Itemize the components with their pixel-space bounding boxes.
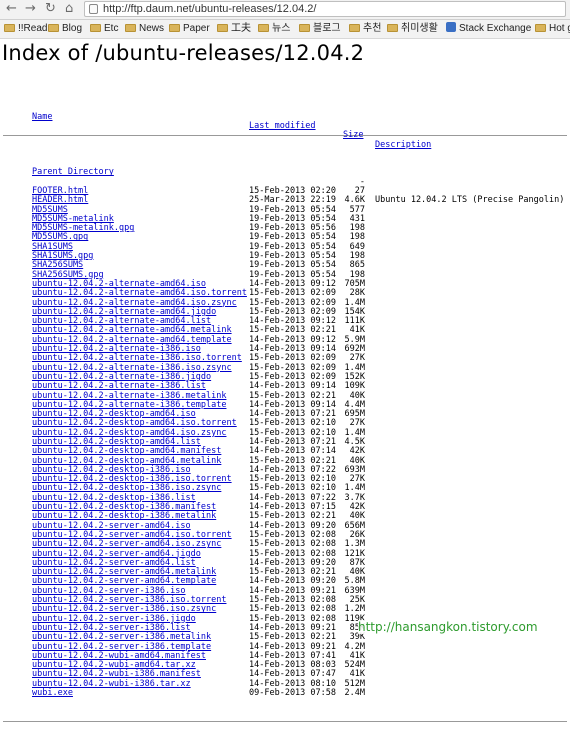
file-size: 2.4M <box>344 688 365 698</box>
file-size: 512M <box>344 678 365 689</box>
folder-icon <box>349 24 360 32</box>
folder-icon <box>48 24 59 32</box>
bookmark-folder-blog-kr[interactable]: 블로그 <box>299 22 341 36</box>
table-row: ubuntu-12.04.2-wubi-amd64.manifest 14-Feb… <box>0 650 570 661</box>
folder-icon <box>299 24 310 32</box>
page-icon <box>89 4 98 14</box>
bookmark-folder-recommend[interactable]: 추천 <box>349 22 381 36</box>
folder-icon <box>217 24 228 32</box>
bookmark-folder-news[interactable]: News <box>125 22 164 36</box>
sort-by-description-link[interactable]: Description <box>375 140 431 150</box>
address-text[interactable]: http://ftp.daum.net/ubuntu-releases/12.0… <box>103 2 316 16</box>
folder-icon <box>90 24 101 32</box>
file-name-link[interactable]: wubi.exe <box>32 688 73 698</box>
file-size: 41K <box>349 650 365 661</box>
divider <box>3 720 567 722</box>
watermark: http://hansangkon.tistory.com <box>358 620 538 634</box>
table-row: ubuntu-12.04.2-wubi-i386.manifest 14-Feb-… <box>0 669 570 680</box>
forward-button[interactable]: → <box>25 1 36 17</box>
bookmarks-bar: !!Read Blog Etc News Paper 工夫 뉴스 블로그 추천 … <box>0 20 570 39</box>
stack-exchange-icon <box>446 22 456 32</box>
file-size: 524M <box>344 660 365 671</box>
file-modified: 14-Feb-2013 07:47 <box>249 669 336 680</box>
folder-icon <box>4 24 15 32</box>
parent-row: Parent Directory - <box>0 159 570 187</box>
file-size: 41K <box>349 669 365 680</box>
table-row: wubi.exe 09-Feb-2013 07:58 2.4M <box>0 688 570 698</box>
bookmark-folder-news-kr[interactable]: 뉴스 <box>258 22 290 36</box>
home-button[interactable]: ⌂ <box>65 1 73 17</box>
bookmark-folder-etc[interactable]: Etc <box>90 22 118 36</box>
sort-by-name-link[interactable]: Name <box>32 112 52 122</box>
file-modified: 14-Feb-2013 08:03 <box>249 660 336 671</box>
back-button[interactable]: ← <box>6 1 17 17</box>
bookmark-hot[interactable]: Hot gir <box>535 22 570 36</box>
address-bar[interactable]: http://ftp.daum.net/ubuntu-releases/12.0… <box>84 1 566 17</box>
reload-button[interactable]: ↻ <box>45 1 56 17</box>
file-name-link[interactable]: ubuntu-12.04.2-wubi-amd64.tar.xz <box>32 660 196 670</box>
file-modified: 14-Feb-2013 07:41 <box>249 650 336 661</box>
file-name-link[interactable]: ubuntu-12.04.2-wubi-amd64.manifest <box>32 651 206 661</box>
folder-icon <box>387 24 398 32</box>
parent-directory-link[interactable]: Parent Directory <box>32 168 114 178</box>
browser-toolbar: ← → ↻ ⌂ http://ftp.daum.net/ubuntu-relea… <box>0 0 570 20</box>
directory-listing: Name Last modified Size Description Pare… <box>0 85 570 735</box>
bookmark-folder-paper[interactable]: Paper <box>169 22 210 36</box>
folder-icon <box>125 24 136 32</box>
file-name-link[interactable]: ubuntu-12.04.2-wubi-i386.tar.xz <box>32 679 191 689</box>
file-modified: 14-Feb-2013 08:10 <box>249 678 336 689</box>
folder-icon <box>169 24 180 32</box>
table-row: ubuntu-12.04.2-wubi-i386.tar.xz 14-Feb-20… <box>0 678 570 689</box>
bookmark-folder-read[interactable]: !!Read <box>4 22 47 36</box>
page-title: Index of /ubuntu-releases/12.04.2 <box>2 41 365 65</box>
file-name-link[interactable]: ubuntu-12.04.2-wubi-i386.manifest <box>32 670 201 680</box>
bookmark-stack-exchange[interactable]: Stack Exchange <box>446 22 531 36</box>
bookmark-folder-gongbu[interactable]: 工夫 <box>217 22 251 36</box>
header-row: Name Last modified Size Description <box>0 104 570 149</box>
file-description: Ubuntu 12.04.2 LTS (Precise Pangolin) <box>375 195 565 206</box>
bookmark-folder-blog[interactable]: Blog <box>48 22 82 36</box>
bookmark-folder-hobby[interactable]: 취미생활 <box>387 22 438 36</box>
folder-icon <box>535 24 546 32</box>
sort-by-modified-link[interactable]: Last modified <box>249 121 316 131</box>
sort-by-size-link[interactable]: Size <box>343 131 365 141</box>
folder-icon <box>258 24 269 32</box>
divider <box>3 135 567 137</box>
table-row: ubuntu-12.04.2-wubi-amd64.tar.xz 14-Feb-2… <box>0 660 570 671</box>
file-modified: 09-Feb-2013 07:58 <box>249 688 336 698</box>
